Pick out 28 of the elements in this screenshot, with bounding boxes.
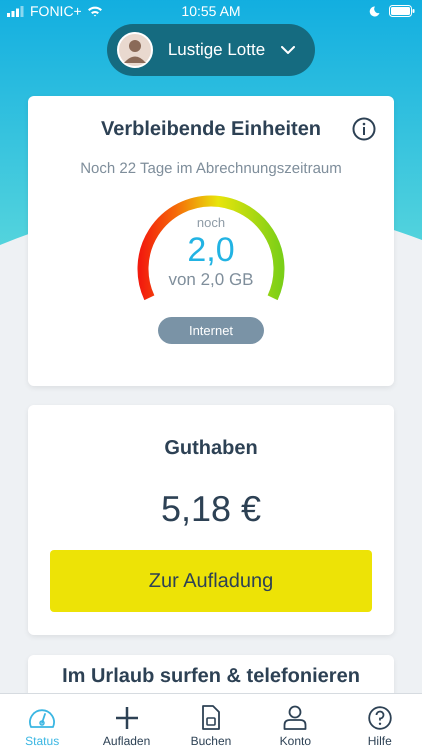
moon-icon <box>369 6 380 16</box>
billing-period-text: Noch 22 Tage im Abrechnungszeitraum <box>80 160 342 177</box>
help-icon <box>368 706 392 730</box>
remaining-value: 2,0 <box>187 230 235 270</box>
gauge-label: noch <box>196 215 226 230</box>
info-icon[interactable] <box>352 117 376 141</box>
status-time: 10:55 AM <box>181 3 241 19</box>
card-title: Guthaben <box>164 437 258 460</box>
battery-icon <box>389 5 415 17</box>
balance-amount: 5,18 € <box>160 488 262 530</box>
tab-item[interactable]: Konto <box>260 694 330 750</box>
profile-switcher[interactable]: Lustige Lotte <box>106 24 316 76</box>
person-icon <box>283 705 308 730</box>
signal-icon <box>7 6 25 16</box>
internet-tag: Internet <box>158 317 264 344</box>
top-up-button[interactable]: Zur Aufladung <box>50 550 372 612</box>
sim-card-icon <box>202 705 220 730</box>
tab-item[interactable]: Hilfe <box>344 694 415 750</box>
tab-item[interactable]: Aufladen <box>92 694 162 750</box>
card-title: Im Urlaub surfen & telefonieren <box>62 665 360 688</box>
tab-item[interactable]: Buchen <box>176 694 246 750</box>
avatar-icon <box>116 32 153 68</box>
carrier-name: FONIC+ <box>30 3 82 19</box>
plus-icon <box>114 706 139 730</box>
chevron-down-icon <box>281 46 296 54</box>
wifi-icon <box>86 5 103 17</box>
card-title: Verbleibende Einheiten <box>100 118 322 141</box>
total-volume: von 2,0 GB <box>168 270 254 290</box>
